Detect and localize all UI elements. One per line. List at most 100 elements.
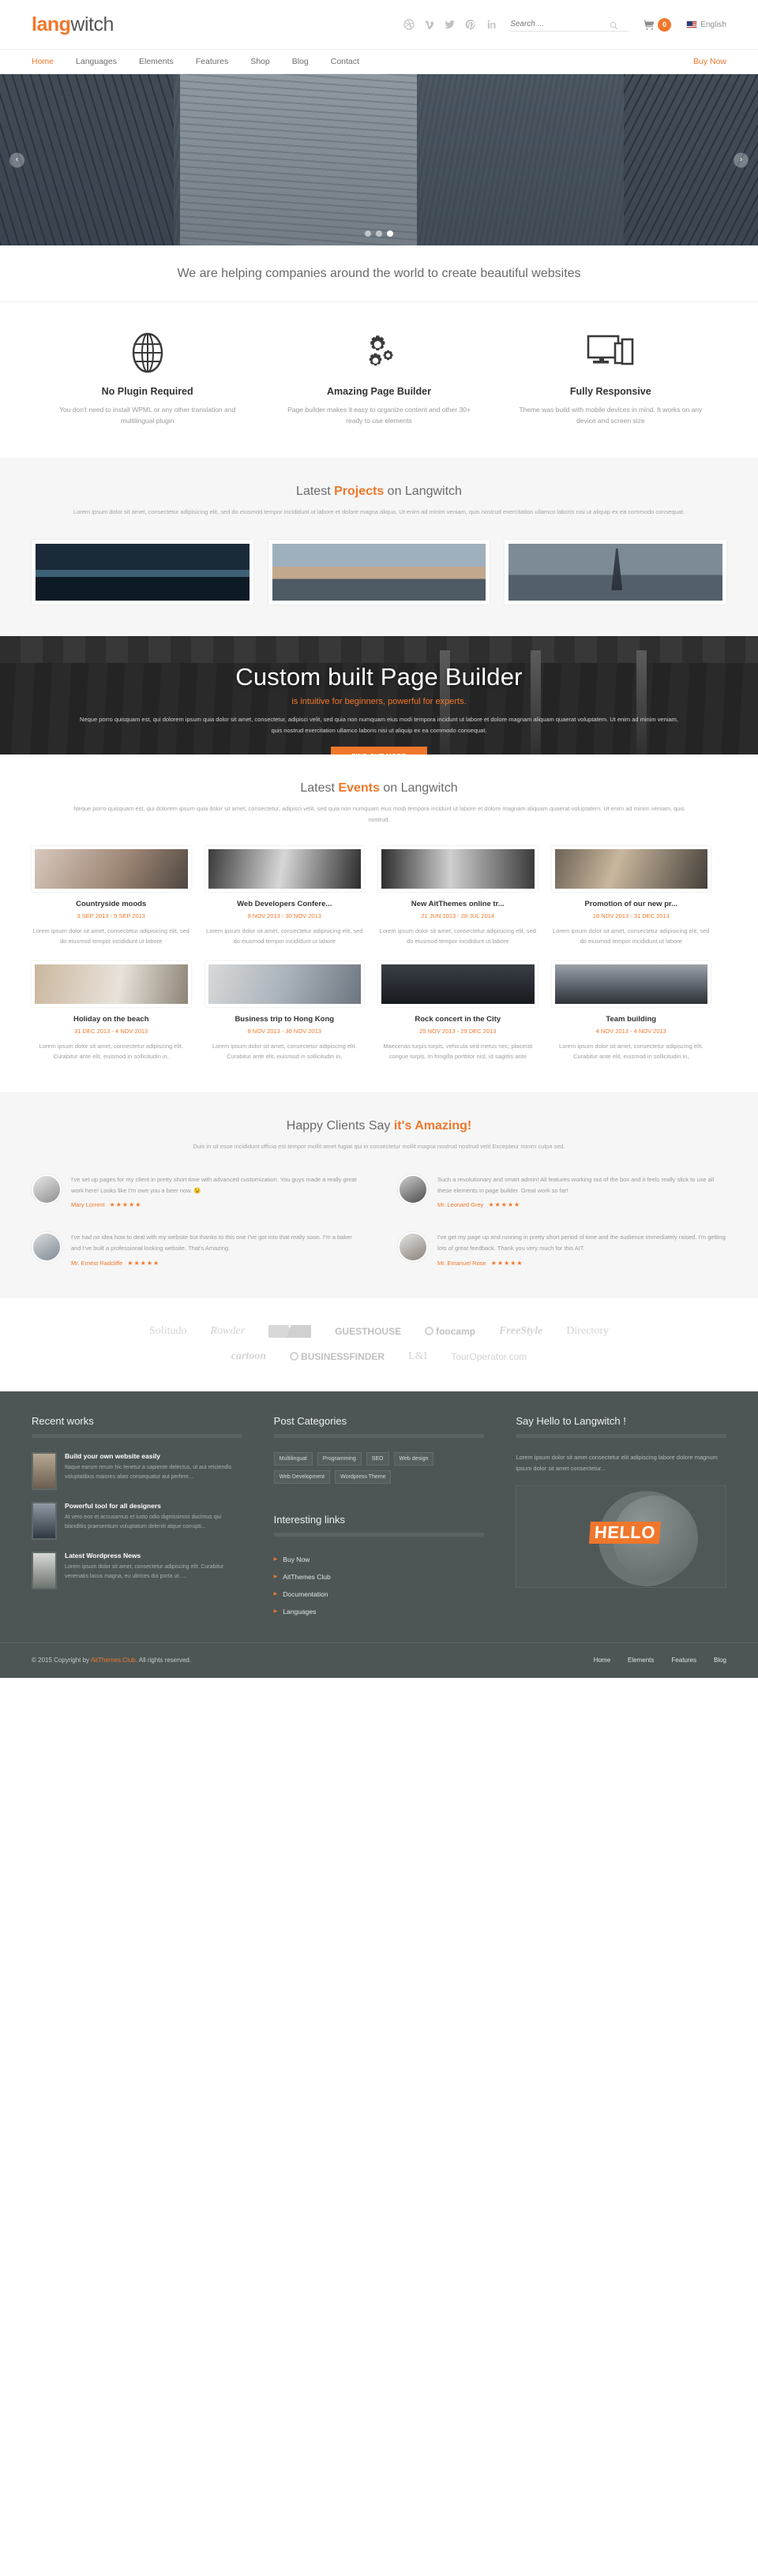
nav-item-home[interactable]: Home <box>32 57 54 66</box>
vimeo-icon[interactable] <box>423 19 435 31</box>
recent-work-item[interactable]: Build your own website easily Itaque ear… <box>32 1451 242 1490</box>
search-icon[interactable] <box>610 20 618 30</box>
project-eiffel-tower[interactable] <box>505 539 727 605</box>
footer-navigation: Home Elements Features Blog <box>594 1657 726 1664</box>
event-date: 8 NOV 2013 - 30 NOV 2013 <box>247 1027 321 1035</box>
recent-work-thumbnail <box>32 1551 57 1589</box>
site-logo[interactable]: langwitch <box>32 13 114 36</box>
hero-next-arrow[interactable]: › <box>734 152 749 167</box>
tag-seo[interactable]: SEO <box>366 1451 389 1466</box>
hero-prev-arrow[interactable]: ‹ <box>9 152 24 167</box>
nav-item-shop[interactable]: Shop <box>250 57 270 66</box>
nav-item-blog[interactable]: Blog <box>292 57 309 66</box>
testimonials-section: Happy Clients Say it's Amazing! Duis in … <box>0 1091 758 1298</box>
recent-work-text: Lorem ipsum dolor sit amet, consectetur … <box>65 1563 224 1580</box>
client-logo-directory: Directory <box>566 1324 609 1337</box>
client-logo-cartoon: cartoon <box>231 1350 267 1362</box>
event-card[interactable]: Web Developers Confere... 9 NOV 2013 - 3… <box>205 845 364 947</box>
cart-button[interactable]: 0 <box>644 17 672 32</box>
tag-web-design[interactable]: Web design <box>393 1451 434 1466</box>
recent-work-title: Latest Wordpress News <box>65 1551 141 1559</box>
event-text: Lorem ipsum dolor sit amet, consectetur … <box>206 927 363 945</box>
event-title: Rock concert in the City <box>415 1014 501 1024</box>
nav-item-contact[interactable]: Contact <box>331 57 359 66</box>
feature-title: No Plugin Required <box>101 386 193 397</box>
event-card[interactable]: Team building 4 NOV 2013 - 4 NOV 2013 Lo… <box>551 960 711 1062</box>
footer-link-buy-now[interactable]: Buy Now <box>274 1551 485 1568</box>
footer-recent-works: Recent works Build your own website easi… <box>32 1415 242 1620</box>
testimonial-author: Mr. Leonard Grey <box>437 1201 484 1209</box>
copyright-suffix: . All rights reserved. <box>135 1657 191 1664</box>
footer-link-documentation[interactable]: Documentation <box>274 1586 485 1603</box>
copyright-text: © 2015 Copyright by AitThemes.Club. All … <box>32 1657 191 1664</box>
event-card[interactable]: New AitThemes online tr... 21 JUN 2013 -… <box>378 845 538 947</box>
testimonial-author: Mary Lorrent <box>71 1201 105 1209</box>
main-navigation: Home Languages Elements Features Shop Bl… <box>0 49 758 74</box>
page-builder-banner: Custom built Page Builder is intuitive f… <box>0 635 758 754</box>
event-date: 3 SEP 2013 - 9 SEP 2013 <box>77 912 145 919</box>
tag-web-development[interactable]: Web Development <box>273 1470 331 1484</box>
feature-title: Amazing Page Builder <box>327 386 431 397</box>
hero-dot-2[interactable] <box>376 230 382 237</box>
hello-word: HELLO <box>588 1521 661 1544</box>
event-card[interactable]: Promotion of our new pr... 18 NOV 2013 -… <box>551 845 711 947</box>
twitter-icon[interactable] <box>444 19 456 31</box>
nav-buy-now-button[interactable]: Buy Now <box>693 57 726 66</box>
footer-link-aitthemes-club[interactable]: AitThemes Club <box>274 1568 485 1586</box>
client-logos-row-2: cartoon BUSINESSFINDER L&I TourOperator.… <box>32 1350 726 1363</box>
event-date: 18 NOV 2013 - 31 DEC 2013 <box>592 912 670 919</box>
footer-link-label: Buy Now <box>283 1555 310 1563</box>
event-card[interactable]: Holiday on the beach 31 DEC 2013 - 4 NOV… <box>32 960 191 1062</box>
cart-icon <box>644 20 655 30</box>
footer-nav-features[interactable]: Features <box>671 1657 696 1664</box>
event-title: Business trip to Hong Kong <box>235 1014 335 1024</box>
client-logo-businessfinder: BUSINESSFINDER <box>290 1351 385 1362</box>
event-date: 4 NOV 2013 - 4 NOV 2013 <box>595 1027 666 1035</box>
event-thumbnail <box>551 845 711 892</box>
nav-item-features[interactable]: Features <box>196 57 228 66</box>
site-header: langwitch 0 English <box>0 0 758 49</box>
client-logos-section: Solitudo Rowder GUESTHOUSE foocamp FreeS… <box>0 1298 758 1391</box>
footer-link-languages[interactable]: Languages <box>274 1603 485 1620</box>
recent-work-item[interactable]: Latest Wordpress News Lorem ipsum dolor … <box>32 1551 242 1589</box>
footer-nav-home[interactable]: Home <box>594 1657 610 1664</box>
events-title-highlight: Events <box>338 781 380 795</box>
footer-link-label: Documentation <box>283 1589 328 1598</box>
language-switcher[interactable]: English <box>686 21 726 29</box>
tag-multilingual[interactable]: Multilingual <box>273 1451 313 1466</box>
client-logo-guesthouse-text: GUESTHOUSE <box>335 1325 402 1337</box>
logo-part-one: lang <box>32 13 71 36</box>
find-out-more-button[interactable]: FIND OUT MORE <box>331 746 427 754</box>
cart-count-badge: 0 <box>658 17 672 32</box>
nav-item-languages[interactable]: Languages <box>76 57 117 66</box>
event-card[interactable]: Countryside moods 3 SEP 2013 - 9 SEP 201… <box>32 845 191 947</box>
projects-title: Latest Projects on Langwitch <box>32 485 726 499</box>
events-heading: Latest Events on Langwitch Neque porro q… <box>32 781 726 826</box>
feature-responsive: Fully Responsive Theme was build with mo… <box>495 331 726 426</box>
footer-nav-blog[interactable]: Blog <box>714 1657 726 1664</box>
event-card[interactable]: Rock concert in the City 25 NOV 2013 - 2… <box>378 960 538 1062</box>
search-input[interactable] <box>510 17 610 31</box>
tag-programming[interactable]: Programming <box>317 1451 362 1466</box>
copyright-link[interactable]: AitThemes.Club <box>91 1657 136 1664</box>
client-logo-guesthouse: GUESTHOUSE <box>335 1326 401 1337</box>
dribbble-icon[interactable] <box>403 19 415 31</box>
divider <box>32 1433 242 1438</box>
tag-wordpress-theme[interactable]: Wordpress Theme <box>335 1470 392 1484</box>
site-footer: Recent works Build your own website easi… <box>0 1391 758 1678</box>
gears-icon <box>283 331 474 375</box>
event-date: 21 JUN 2013 - 28 JUL 2014 <box>421 912 495 919</box>
nav-item-elements[interactable]: Elements <box>139 57 174 66</box>
project-venice-night[interactable] <box>32 539 253 605</box>
recent-work-item[interactable]: Powerful tool for all designers At vero … <box>32 1501 242 1540</box>
footer-nav-elements[interactable]: Elements <box>628 1657 654 1664</box>
hero-dot-1[interactable] <box>365 230 371 237</box>
client-logo-rowder: Rowder <box>210 1324 246 1337</box>
linkedin-icon[interactable] <box>485 19 497 31</box>
event-text: Lorem ipsum dolor sit amet, consectetur … <box>379 927 536 945</box>
search-box[interactable] <box>510 17 629 32</box>
pinterest-icon[interactable] <box>464 19 476 31</box>
event-card[interactable]: Business trip to Hong Kong 8 NOV 2013 - … <box>205 960 364 1062</box>
project-venice-canal[interactable] <box>268 539 490 605</box>
hero-dot-3[interactable] <box>387 230 393 237</box>
